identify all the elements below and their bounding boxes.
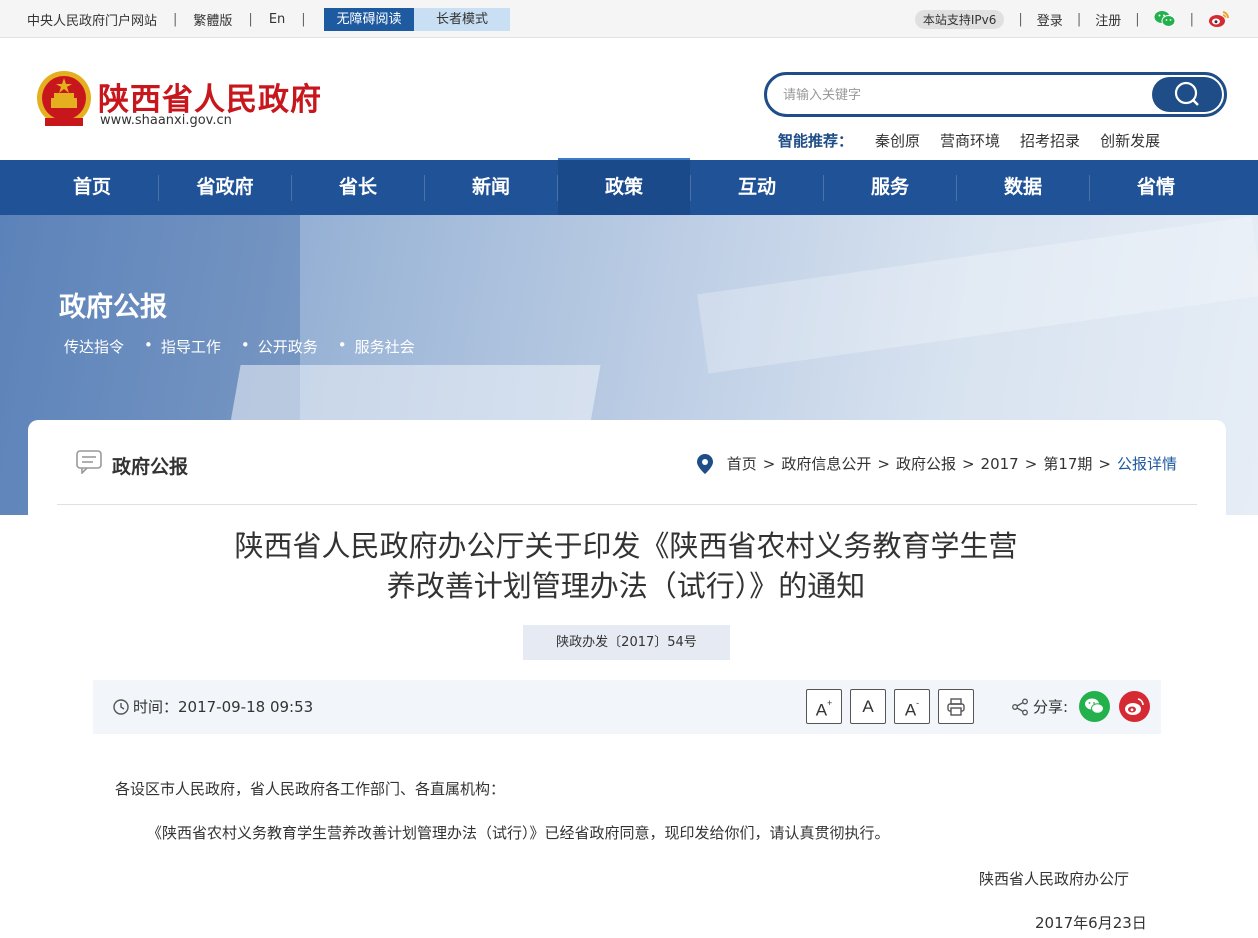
- nav-item-news[interactable]: 新闻: [425, 160, 557, 215]
- title-line: 陕西省人民政府办公厅关于印发《陕西省农村义务教育学生营: [234, 529, 1018, 563]
- divider: |: [1189, 11, 1194, 27]
- plus-icon: +: [827, 698, 833, 708]
- print-button[interactable]: [938, 689, 974, 724]
- breadcrumb-arrow: >: [877, 454, 890, 473]
- breadcrumb-arrow: >: [1098, 454, 1111, 473]
- english-link[interactable]: En: [269, 12, 285, 27]
- main-nav: 首页 省政府 省长 新闻 政策 互动 服务 数据 省情: [0, 158, 1258, 215]
- site-url: www.shaanxi.gov.cn: [100, 113, 232, 128]
- share-icon: [1012, 698, 1028, 715]
- document-date: 2017年6月23日: [1035, 914, 1147, 932]
- publish-time: 时间：2017-09-18 09:53: [113, 696, 313, 717]
- breadcrumb-item[interactable]: 2017: [981, 455, 1019, 473]
- divider: |: [1018, 11, 1023, 27]
- weibo-icon: [1125, 698, 1144, 715]
- banner-title: 政府公报: [59, 292, 167, 323]
- body-paragraph: 《陕西省农村义务教育学生营养改善计划管理办法（试行）》已经省政府同意，现印发给你…: [147, 824, 890, 842]
- salutation: 各设区市人民政府，省人民政府各工作部门、各直属机构：: [115, 780, 506, 798]
- article-toolbar: 时间：2017-09-18 09:53 A+ A A- 分享:: [93, 680, 1161, 734]
- portal-link[interactable]: 中央人民政府门户网站: [27, 10, 157, 29]
- nav-item-home[interactable]: 首页: [26, 160, 158, 215]
- recommend-item[interactable]: 营商环境: [940, 130, 1000, 151]
- nav-item-service[interactable]: 服务: [824, 160, 956, 215]
- divider: |: [1135, 11, 1140, 27]
- breadcrumb-item[interactable]: 第17期: [1043, 453, 1092, 474]
- breadcrumb-arrow: >: [1024, 454, 1038, 473]
- ipv6-badge: 本站支持IPv6: [914, 9, 1005, 29]
- recommend-label: 智能推荐：: [778, 132, 854, 150]
- nav-item-governor[interactable]: 省长: [292, 160, 424, 215]
- login-link[interactable]: 登录: [1037, 10, 1063, 29]
- font-letter: A: [815, 700, 828, 720]
- breadcrumb-arrow: >: [961, 454, 975, 473]
- banner-link[interactable]: 指导工作: [161, 336, 221, 357]
- traditional-link[interactable]: 繁體版: [193, 10, 232, 29]
- banner-links: 传达指令 • 指导工作 • 公开政务 • 服务社会: [64, 336, 435, 357]
- banner-decoration: [697, 216, 1258, 374]
- signature: 陕西省人民政府办公厅: [979, 870, 1130, 888]
- location-pin-icon: [696, 453, 713, 474]
- smart-recommend: 智能推荐： 秦创原 营商环境 招考招录 创新发展: [778, 130, 1180, 151]
- breadcrumb: 首页 > 政府信息公开 > 政府公报 > 2017 > 第17期 > 公报详情: [696, 453, 1177, 474]
- banner-link[interactable]: 公开政务: [258, 336, 318, 357]
- bullet: •: [240, 336, 250, 354]
- font-increase-button[interactable]: A+: [806, 689, 842, 724]
- recommend-item[interactable]: 招考招录: [1020, 130, 1080, 151]
- share-area: 分享:: [1011, 696, 1068, 717]
- divider: [57, 504, 1197, 505]
- document-number: 陕政办发〔2017〕54号: [523, 625, 730, 660]
- nav-item-province[interactable]: 省情: [1090, 160, 1222, 215]
- breadcrumb-item[interactable]: 政府公报: [896, 453, 956, 474]
- bulletin-icon: [76, 450, 102, 474]
- share-wechat-button[interactable]: [1079, 691, 1110, 722]
- search-input[interactable]: [783, 84, 1143, 106]
- accessible-reading-button[interactable]: 无障碍阅读: [324, 8, 414, 31]
- bullet: •: [144, 336, 153, 354]
- banner-link[interactable]: 传达指令: [64, 336, 124, 357]
- section-title: 政府公报: [112, 456, 189, 478]
- top-bar: 中央人民政府门户网站 | 繁體版 | En | 无障碍阅读 长者模式 本站支持I…: [0, 0, 1258, 38]
- clock-icon: [113, 698, 129, 715]
- divider: |: [173, 11, 178, 27]
- share-label: 分享:: [1033, 698, 1069, 716]
- font-letter: A: [904, 700, 917, 720]
- print-icon: [947, 698, 965, 716]
- search-icon: [1174, 81, 1199, 106]
- nav-item-data[interactable]: 数据: [957, 160, 1089, 215]
- font-letter: A: [862, 697, 874, 716]
- national-emblem-icon: [37, 71, 91, 126]
- font-normal-button[interactable]: A: [850, 689, 886, 724]
- banner-link[interactable]: 服务社会: [355, 336, 415, 357]
- bullet: •: [337, 336, 347, 354]
- elder-mode-button[interactable]: 长者模式: [414, 8, 510, 31]
- share-weibo-button[interactable]: [1119, 691, 1150, 722]
- recommend-item[interactable]: 创新发展: [1100, 130, 1160, 151]
- nav-item-policy[interactable]: 政策: [558, 158, 690, 215]
- search-box: [764, 72, 1227, 117]
- content-card: 政府公报 首页 > 政府信息公开 > 政府公报 > 2017 > 第17期 > …: [28, 420, 1226, 938]
- divider: |: [301, 11, 306, 27]
- breadcrumb-item[interactable]: 政府信息公开: [781, 453, 871, 474]
- minus-icon: -: [916, 698, 920, 708]
- publish-time-text: 时间：2017-09-18 09:53: [133, 698, 314, 716]
- weibo-icon[interactable]: [1208, 10, 1230, 28]
- search-button[interactable]: [1152, 77, 1222, 112]
- nav-item-government[interactable]: 省政府: [159, 160, 291, 215]
- font-decrease-button[interactable]: A-: [894, 689, 930, 724]
- breadcrumb-current[interactable]: 公报详情: [1117, 453, 1177, 474]
- recommend-item[interactable]: 秦创原: [875, 130, 920, 151]
- breadcrumb-arrow: >: [762, 454, 776, 473]
- wechat-icon[interactable]: [1154, 10, 1176, 28]
- breadcrumb-item[interactable]: 首页: [727, 453, 757, 474]
- register-link[interactable]: 注册: [1095, 10, 1121, 29]
- nav-item-interaction[interactable]: 互动: [691, 160, 823, 215]
- divider: |: [248, 11, 253, 27]
- divider: |: [1076, 11, 1082, 27]
- wechat-icon: [1085, 698, 1104, 714]
- title-line: 养改善计划管理办法（试行）》的通知: [386, 569, 866, 603]
- document-title: 陕西省人民政府办公厅关于印发《陕西省农村义务教育学生营 养改善计划管理办法（试行…: [156, 526, 1096, 606]
